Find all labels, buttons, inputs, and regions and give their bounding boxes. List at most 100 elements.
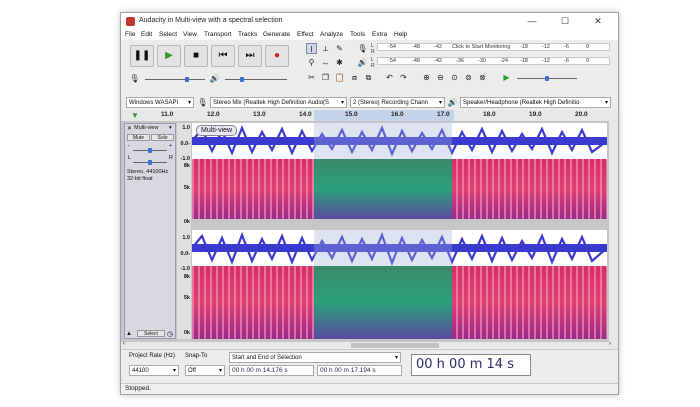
horizontal-scrollbar[interactable]: ‹ › [121, 341, 618, 349]
maximize-button[interactable]: ☐ [553, 14, 577, 29]
menu-edit[interactable]: Edit [141, 31, 152, 38]
view-mode-label[interactable]: Multi-view [196, 125, 238, 136]
playback-volume-speaker-icon: 🔊 [209, 74, 220, 83]
track-name[interactable]: Multi-view [134, 125, 158, 131]
zoom-tool-icon[interactable]: ⚲ [306, 57, 317, 68]
project-rate-label: Project Rate (Hz) [129, 353, 176, 359]
track-menu-chevron-icon[interactable]: ▾ [169, 125, 172, 131]
pause-button[interactable]: ❚❚ [130, 45, 154, 67]
track-control-panel: ✕ Multi-view ▾ Mute Solo - + L R Stereo,… [124, 123, 176, 339]
selection-end-time[interactable]: 00 h 00 m 17.194 s [317, 365, 402, 376]
record-meter-hint: Click to Start Monitoring [452, 44, 511, 50]
track-select-button[interactable]: Select [137, 330, 165, 337]
solo-button[interactable]: Solo [151, 134, 174, 141]
status-text: Stopped. [125, 385, 152, 392]
recording-volume-slider[interactable] [145, 77, 205, 82]
vertical-ruler: 1.0 0.0- -1.0 8k 5k 0k 1.0 0.0- -1.0 8k … [177, 123, 191, 339]
menu-transport[interactable]: Transport [204, 31, 232, 38]
playback-meter[interactable]: -54 -48 -42 -36 -30 -24 -18 -12 -6 0 [377, 57, 610, 65]
record-button[interactable]: ● [265, 45, 289, 67]
record-meter-mic-icon: 🎙 [357, 44, 368, 53]
zoom-toggle-icon[interactable]: ⊗ [477, 72, 488, 83]
menu-tracks[interactable]: Tracks [238, 31, 257, 38]
audio-host-select[interactable]: Windows WASAPI ▾ [126, 97, 194, 108]
menu-effect[interactable]: Effect [297, 31, 314, 38]
toolbar-area: ❚❚ ▶ ■ ⏮ ⏭ ● I ⟂ ✎ ⚲ ↔ ✱ 🎙 L R -54 -48 -… [121, 40, 618, 110]
playback-volume-slider[interactable] [225, 77, 287, 82]
play-at-speed-icon[interactable]: ▶ [501, 72, 512, 83]
skip-to-start-button[interactable]: ⏮ [211, 45, 235, 67]
play-at-speed-slider[interactable] [517, 76, 577, 81]
menu-view[interactable]: View [183, 31, 197, 38]
recording-volume-mic-icon: 🎙 [129, 74, 140, 83]
vertical-scrollbar[interactable] [609, 110, 618, 342]
envelope-tool-icon[interactable]: ⟂ [320, 43, 331, 54]
zoom-out-icon[interactable]: ⊖ [435, 72, 446, 83]
menu-help[interactable]: Help [394, 31, 407, 38]
track-resize-icon[interactable]: ◷ [167, 330, 173, 338]
record-meter[interactable]: -54 -48 -42 Click to Start Monitoring -1… [377, 43, 610, 51]
track-pan-slider[interactable] [133, 160, 167, 165]
time-shift-tool-icon[interactable]: ↔ [320, 57, 331, 68]
draw-tool-icon[interactable]: ✎ [334, 43, 345, 54]
snap-to-label: Snap-To [185, 353, 208, 359]
paste-icon[interactable]: 📋 [334, 72, 345, 83]
zoom-in-icon[interactable]: ⊕ [421, 72, 432, 83]
fit-project-icon[interactable]: ⊚ [463, 72, 474, 83]
audio-position-display[interactable]: 00 h 00 m 14 s [411, 354, 531, 376]
close-button[interactable]: ✕ [586, 14, 610, 29]
recording-channels-select[interactable]: 2 (Stereo) Recording Chann ▾ [350, 97, 445, 108]
spectral-selection-right [314, 266, 452, 339]
selection-start-time[interactable]: 00 h 00 m 14.176 s [229, 365, 314, 376]
spectral-selection-left [314, 159, 452, 219]
trim-icon[interactable]: ⧈ [349, 72, 360, 83]
redo-icon[interactable]: ↷ [398, 72, 409, 83]
copy-icon[interactable]: ❐ [320, 72, 331, 83]
selection-toolbar: Project Rate (Hz) 44100 ▾ Snap-To Off ▾ St… [121, 349, 618, 384]
recording-device-mic-icon: 🎙 [197, 98, 208, 107]
status-bar: Stopped. [121, 383, 618, 394]
selection-highlight-waveform-left [314, 123, 452, 159]
title-bar: Audacity in Multi-view with a spectral s… [121, 13, 618, 30]
cut-icon[interactable]: ✂ [306, 72, 317, 83]
selection-tool-icon[interactable]: I [306, 43, 317, 54]
menu-extra[interactable]: Extra [372, 31, 387, 38]
ruler-selection-band [314, 110, 454, 121]
undo-icon[interactable]: ↶ [384, 72, 395, 83]
menu-select[interactable]: Select [159, 31, 177, 38]
track-display[interactable] [192, 123, 607, 339]
audacity-window: Audacity in Multi-view with a spectral s… [120, 12, 619, 395]
project-rate-select[interactable]: 44100 ▾ [129, 365, 179, 376]
playback-meter-speaker-icon: 🔊 [357, 58, 368, 67]
multi-tool-icon[interactable]: ✱ [334, 57, 345, 68]
menu-file[interactable]: File [125, 31, 135, 38]
menu-analyze[interactable]: Analyze [320, 31, 343, 38]
play-button[interactable]: ▶ [157, 45, 181, 67]
fit-selection-icon[interactable]: ⊙ [449, 72, 460, 83]
playback-device-speaker-icon: 🔊 [447, 98, 458, 107]
timeline-play-head-icon[interactable]: ▼ [131, 111, 139, 120]
silence-icon[interactable]: ⧉ [363, 72, 374, 83]
collapse-track-icon[interactable]: ▲ [126, 331, 132, 337]
menu-tools[interactable]: Tools [350, 31, 365, 38]
tracks-area: ✕ Multi-view ▾ Mute Solo - + L R Stereo,… [121, 121, 618, 342]
audacity-logo-icon [126, 17, 135, 26]
scroll-right-icon[interactable]: › [609, 341, 611, 347]
snap-to-select[interactable]: Off ▾ [185, 365, 225, 376]
menu-generate[interactable]: Generate [263, 31, 290, 38]
stop-button[interactable]: ■ [184, 45, 208, 67]
window-title: Audacity in Multi-view with a spectral s… [139, 17, 283, 24]
track-bit-depth-info: 32-bit float [127, 176, 153, 182]
skip-to-end-button[interactable]: ⏭ [238, 45, 262, 67]
scroll-left-icon[interactable]: ‹ [123, 341, 125, 347]
track-close-icon[interactable]: ✕ [127, 125, 132, 132]
mute-button[interactable]: Mute [127, 134, 150, 141]
menu-bar: File Edit Select View Transport Tracks G… [121, 30, 618, 40]
playback-device-select[interactable]: Speaker/Headphone (Realtek High Definiti… [460, 97, 611, 108]
recording-device-select[interactable]: Stereo Mix (Realtek High Definition Audi… [210, 97, 347, 108]
minimize-button[interactable]: — [520, 14, 544, 29]
selection-mode-select[interactable]: Start and End of Selection ▾ [229, 352, 401, 363]
horizontal-scroll-thumb[interactable] [351, 343, 439, 348]
track-gain-slider[interactable] [133, 148, 167, 153]
selection-highlight-waveform-right [314, 230, 452, 266]
